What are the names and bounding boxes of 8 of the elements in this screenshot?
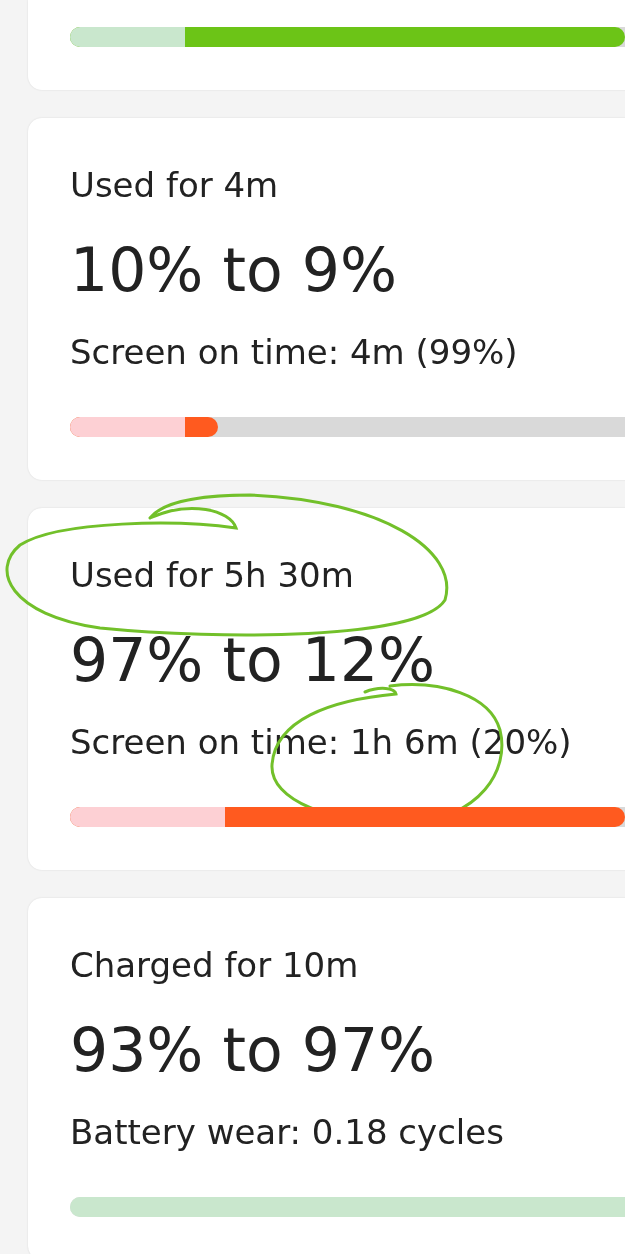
battery-range: 10% to 9% (70, 235, 398, 305)
session-title: Used for 4m (70, 165, 280, 205)
battery-range: 97% to 12% (70, 625, 437, 695)
session-detail: Screen on time: 4m (99%) (70, 332, 519, 372)
battery-range: 93% to 97% (70, 1015, 437, 1085)
session-title: Used for 5h 30m (70, 555, 355, 595)
session-title: Charged for 10m (70, 945, 360, 985)
session-detail: Battery wear: 0.18 cycles (70, 1112, 505, 1152)
